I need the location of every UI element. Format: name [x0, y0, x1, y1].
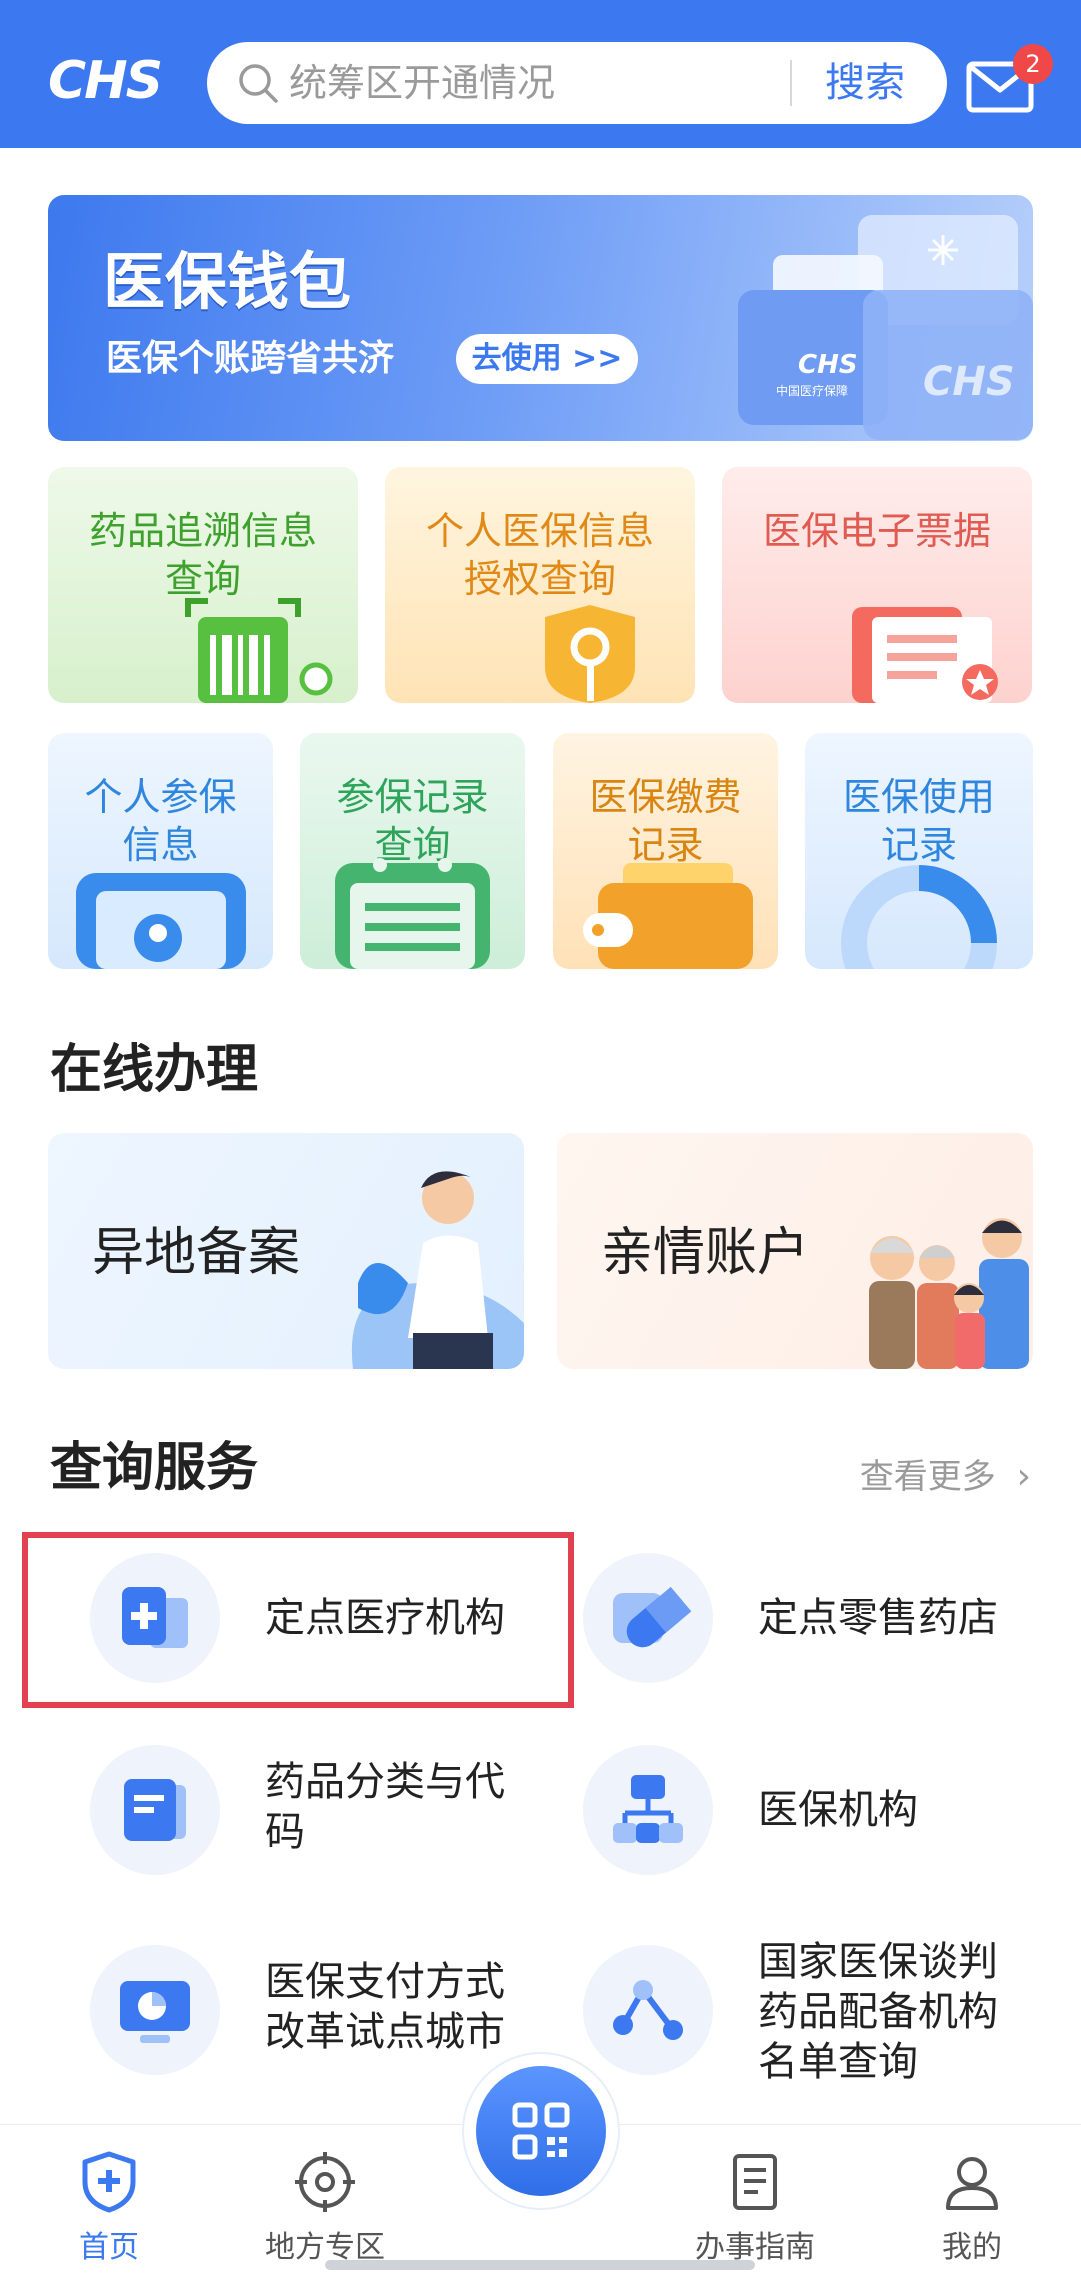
drug-trace-card[interactable]: 药品追溯信息 查询: [48, 467, 358, 703]
nav-mine[interactable]: 我的: [892, 2150, 1052, 2268]
wallet-card-illustration: CHS 中国医疗保障 CHS: [738, 215, 1033, 440]
drug-classification-item[interactable]: 药品分类与代 码: [90, 1745, 530, 1885]
banner-title: 医保钱包: [103, 245, 352, 318]
drug-classification-line1: 药品分类与代: [265, 1759, 505, 1805]
payment-reform-item[interactable]: 医保支付方式 改革试点城市: [90, 1945, 530, 2085]
chs-logo: CHS: [48, 51, 163, 111]
mail-badge: 2: [1013, 44, 1053, 84]
search-button[interactable]: 搜索: [805, 42, 925, 124]
chevron-right-icon: ›: [1016, 1456, 1031, 1497]
personal-auth-card[interactable]: 个人医保信息 授权查询: [385, 467, 695, 703]
person-illustration: [351, 1171, 524, 1369]
banner-art-text: CHS: [798, 350, 858, 380]
designated-hospital-label: 定点医疗机构: [265, 1595, 505, 1641]
hospital-icon: [90, 1553, 220, 1683]
drug-classification-line2: 码: [265, 1809, 305, 1855]
family-account-label: 亲情账户: [601, 1223, 810, 1283]
search-icon: [239, 64, 278, 103]
family-account-card[interactable]: 亲情账户: [557, 1133, 1033, 1369]
retail-pharmacy-label: 定点零售药店: [758, 1595, 998, 1641]
negotiated-drug-line3: 名单查询: [758, 2039, 918, 2085]
shield-key-icon: [545, 605, 635, 703]
monitor-chart-icon: [90, 1945, 220, 2075]
banner-art-caption: 中国医疗保障: [776, 383, 848, 398]
qr-scan-button[interactable]: [476, 2066, 606, 2196]
user-icon: [946, 2157, 998, 2210]
org-chart-icon: [583, 1745, 713, 1875]
top-header: CHS 统筹区开通情况 搜索 2: [0, 0, 1081, 148]
nav-home[interactable]: 首页: [29, 2150, 189, 2268]
remote-filing-label: 异地备案: [92, 1223, 301, 1283]
view-more-link[interactable]: 查看更多 ›: [860, 1455, 1031, 1499]
target-icon: [295, 2152, 355, 2212]
negotiated-drug-line2: 药品配备机构: [758, 1989, 998, 2035]
view-more-label: 查看更多: [859, 1457, 996, 1497]
barcode-scan-icon: [185, 598, 333, 703]
banner-art-watermark: CHS: [923, 359, 1015, 405]
retail-pharmacy-item[interactable]: 定点零售药店: [583, 1553, 1033, 1693]
shield-plus-icon: [82, 2151, 136, 2213]
wallet-icon: [583, 863, 753, 969]
document-list-icon: [90, 1745, 220, 1875]
nav-mine-label: 我的: [942, 2230, 1002, 2265]
document-icon: [733, 2154, 777, 2210]
negotiated-drug-line1: 国家医保谈判: [758, 1939, 998, 1985]
remote-filing-card[interactable]: 异地备案: [48, 1133, 524, 1369]
designated-hospital-item[interactable]: 定点医疗机构: [90, 1553, 530, 1693]
insured-record-card[interactable]: 参保记录 查询: [300, 733, 525, 969]
negotiated-drug-item[interactable]: 国家医保谈判 药品配备机构 名单查询: [583, 1939, 1033, 2085]
nav-home-label: 首页: [79, 2230, 139, 2265]
home-indicator: [325, 2260, 755, 2270]
banner-subtitle: 医保个账跨省共济: [106, 338, 395, 379]
search-divider: [790, 60, 792, 106]
qr-scan-icon: [512, 2102, 570, 2160]
nav-guide[interactable]: 办事指南: [675, 2150, 835, 2268]
search-input[interactable]: 统筹区开通情况: [289, 61, 555, 105]
donut-chart-icon: [841, 865, 997, 969]
calendar-list-icon: [335, 858, 490, 969]
payment-reform-line2: 改革试点城市: [265, 2009, 505, 2055]
medical-insurance-org-item[interactable]: 医保机构: [583, 1745, 1033, 1885]
payment-record-card[interactable]: 医保缴费 记录: [553, 733, 778, 969]
nav-local-zone[interactable]: 地方专区: [245, 2150, 405, 2268]
wallet-banner[interactable]: 医保钱包 医保个账跨省共济 去使用 >> CHS 中国医疗保障 CHS: [48, 195, 1033, 441]
personal-insured-card[interactable]: 个人参保 信息: [48, 733, 273, 969]
search-bar[interactable]: 统筹区开通情况 搜索: [207, 42, 947, 124]
family-illustration: [869, 1218, 1029, 1369]
usage-record-card[interactable]: 医保使用 记录: [805, 733, 1033, 969]
id-card-icon: [76, 873, 246, 969]
network-icon: [583, 1945, 713, 2075]
receipt-icon: [852, 607, 998, 703]
medical-insurance-org-label: 医保机构: [758, 1787, 918, 1833]
e-receipt-card[interactable]: 医保电子票据: [722, 467, 1032, 703]
banner-use-button[interactable]: 去使用 >>: [456, 334, 638, 384]
payment-reform-line1: 医保支付方式: [265, 1959, 505, 2005]
online-section-title: 在线办理: [50, 1040, 259, 1100]
query-section-title: 查询服务: [50, 1438, 259, 1498]
pill-icon: [583, 1553, 713, 1683]
